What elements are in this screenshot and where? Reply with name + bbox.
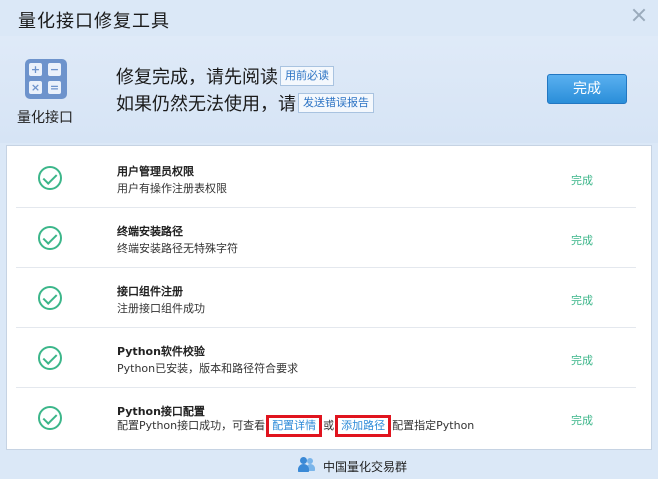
title-bar: 量化接口修复工具 <box>0 0 658 36</box>
qq-group-icon[interactable] <box>298 456 316 474</box>
quant-trading-group-link[interactable]: 中国量化交易群 <box>323 458 407 475</box>
calculator-icon: + − × = <box>25 59 67 99</box>
row-description: 注册接口组件成功 <box>117 302 205 315</box>
check-row-component-register: 接口组件注册 注册接口组件成功 完成 <box>16 268 636 328</box>
row-description: 配置Python接口成功，可查看 配置详情或添加路径 配置指定Python <box>117 415 474 437</box>
config-details-link[interactable]: 配置详情 <box>266 415 323 437</box>
read-first-button[interactable]: 用前必读 <box>280 66 334 86</box>
check-row-admin: 用户管理员权限 用户有操作注册表权限 完成 <box>16 148 636 208</box>
row-title: 用户管理员权限 <box>117 165 194 178</box>
check-row-install-path: 终端安装路径 终端安装路径无特殊字符 完成 <box>16 208 636 268</box>
close-icon[interactable] <box>632 8 646 22</box>
row-status: 完成 <box>571 294 593 307</box>
error-report-text: 如果仍然无法使用，请 <box>116 94 296 115</box>
row-description: Python已安装，版本和路径符合要求 <box>117 362 299 375</box>
status-message-line1: 修复完成，请先阅读 用前必读 <box>116 63 334 89</box>
check-row-python-verify: Python软件校验 Python已安装，版本和路径符合要求 完成 <box>16 328 636 388</box>
desc-prefix: 配置Python接口成功，可查看 <box>117 419 266 432</box>
status-message-text: 修复完成，请先阅读 <box>116 67 278 88</box>
row-title: 终端安装路径 <box>117 225 183 238</box>
check-list-panel: 用户管理员权限 用户有操作注册表权限 完成 终端安装路径 终端安装路径无特殊字符… <box>6 145 652 450</box>
window-title: 量化接口修复工具 <box>18 11 170 32</box>
row-status: 完成 <box>571 354 593 367</box>
check-row-python-config: Python接口配置 配置Python接口成功，可查看 配置详情或添加路径 配置指定… <box>16 388 636 448</box>
row-description: 终端安装路径无特殊字符 <box>117 242 238 255</box>
check-circle-icon <box>38 226 62 250</box>
check-circle-icon <box>38 346 62 370</box>
row-status: 完成 <box>571 174 593 187</box>
footer: 中国量化交易群 <box>0 452 658 479</box>
done-button[interactable]: 完成 <box>547 74 627 104</box>
row-title: Python软件校验 <box>117 345 205 358</box>
send-error-report-button[interactable]: 发送错误报告 <box>298 93 374 113</box>
check-circle-icon <box>38 286 62 310</box>
status-message-line2: 如果仍然无法使用，请 发送错误报告 <box>116 90 374 116</box>
row-status: 完成 <box>571 234 593 247</box>
header-area: + − × = 量化接口 修复完成，请先阅读 用前必读 如果仍然无法使用，请 发送错… <box>0 36 658 143</box>
add-path-link[interactable]: 添加路径 <box>335 415 392 437</box>
row-title: 接口组件注册 <box>117 285 183 298</box>
desc-middle: 或 <box>323 419 335 432</box>
check-circle-icon <box>38 406 62 430</box>
row-description: 用户有操作注册表权限 <box>117 182 227 195</box>
row-status: 完成 <box>571 414 593 427</box>
desc-suffix: 配置指定Python <box>392 419 475 432</box>
app-label: 量化接口 <box>17 110 73 126</box>
check-circle-icon <box>38 166 62 190</box>
